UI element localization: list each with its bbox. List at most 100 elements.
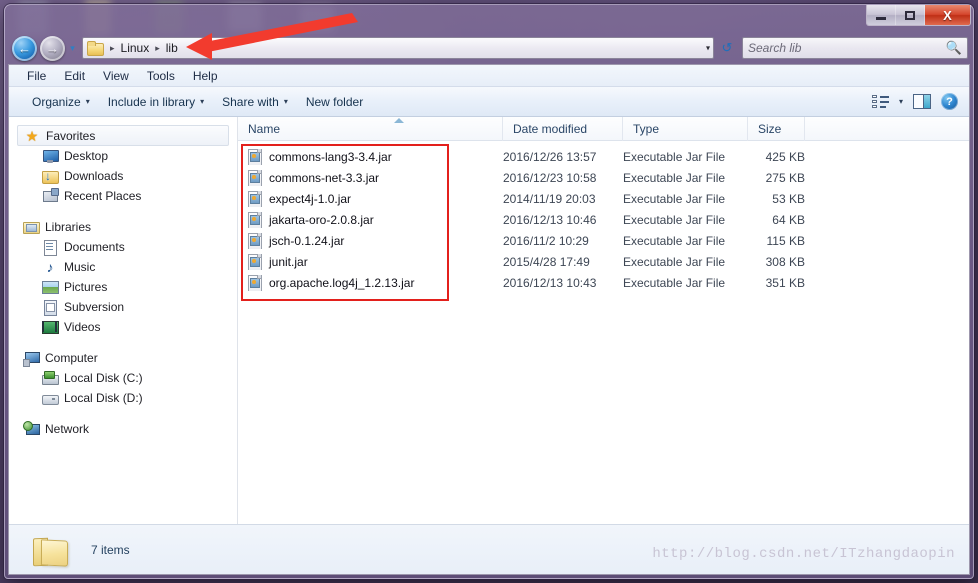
local-disk-d-icon <box>42 390 59 406</box>
menu-help[interactable]: Help <box>184 67 227 85</box>
menu-edit[interactable]: Edit <box>55 67 94 85</box>
file-name-label: jakarta-oro-2.0.8.jar <box>269 212 374 227</box>
table-row[interactable]: junit.jar 2015/4/28 17:49 Executable Jar… <box>238 251 969 272</box>
breadcrumb-separator-1[interactable]: ▸ <box>151 43 164 54</box>
maximize-button[interactable] <box>896 5 925 25</box>
change-view-button[interactable] <box>867 93 894 110</box>
sidebar-item-local-disk-d[interactable]: Local Disk (D:) <box>9 388 237 408</box>
status-bar: 7 items http://blog.csdn.net/ITzhangdaop… <box>9 524 969 574</box>
help-button[interactable]: ? <box>936 91 963 112</box>
change-view-dropdown-button[interactable]: ▾ <box>894 95 908 108</box>
file-name-cell[interactable]: org.apache.log4j_1.2.13.jar <box>238 274 503 291</box>
desktop-icon <box>42 148 59 164</box>
sidebar-item-documents[interactable]: Documents <box>9 237 237 257</box>
address-dropdown-icon[interactable]: ▾ <box>706 44 710 53</box>
sidebar-group-libraries[interactable]: Libraries <box>9 217 237 237</box>
forward-button[interactable]: → <box>40 35 65 61</box>
music-icon: ♪ <box>46 259 54 275</box>
menu-view[interactable]: View <box>94 67 138 85</box>
menu-file[interactable]: File <box>18 67 55 85</box>
pictures-icon <box>42 279 59 295</box>
breadcrumb-item-linux[interactable]: Linux <box>119 41 152 55</box>
sidebar-item-recent-places[interactable]: Recent Places <box>9 186 237 206</box>
table-row[interactable]: commons-lang3-3.4.jar 2016/12/26 13:57 E… <box>238 146 969 167</box>
include-in-library-button[interactable]: Include in library ▾ <box>99 92 213 112</box>
share-with-button[interactable]: Share with ▾ <box>213 92 297 112</box>
back-button[interactable]: ← <box>12 35 37 61</box>
column-header-type-label: Type <box>633 121 660 136</box>
file-name-cell[interactable]: jakarta-oro-2.0.8.jar <box>238 211 503 228</box>
table-row[interactable]: jakarta-oro-2.0.8.jar 2016/12/13 10:46 E… <box>238 209 969 230</box>
computer-icon <box>23 350 40 367</box>
sidebar-label-local-disk-c: Local Disk (C:) <box>64 371 143 385</box>
table-row[interactable]: expect4j-1.0.jar 2014/11/19 20:03 Execut… <box>238 188 969 209</box>
title-bar[interactable]: X <box>4 4 974 32</box>
file-name-cell[interactable]: commons-lang3-3.4.jar <box>238 148 503 165</box>
local-disk-c-icon <box>42 370 59 386</box>
explorer-body: ★ Favorites Desktop Downloads Recent Pla… <box>9 116 969 524</box>
recent-pages-dropdown-button[interactable]: ▾ <box>65 43 80 54</box>
file-name-cell[interactable]: jsch-0.1.24.jar <box>238 232 503 249</box>
folder-icon <box>87 41 104 56</box>
refresh-icon: ↺ <box>721 40 733 55</box>
file-name-cell[interactable]: junit.jar <box>238 253 503 270</box>
column-header-size[interactable]: Size <box>748 116 805 141</box>
file-type-cell: Executable Jar File <box>623 233 726 248</box>
command-toolbar: Organize ▾ Include in library ▾ Share wi… <box>9 87 969 117</box>
navigation-pane: ★ Favorites Desktop Downloads Recent Pla… <box>9 117 238 524</box>
file-type-cell: Executable Jar File <box>623 170 726 185</box>
sidebar-label-pictures: Pictures <box>64 280 108 294</box>
search-input[interactable]: Search lib <box>748 41 946 55</box>
sidebar-label-local-disk-d: Local Disk (D:) <box>64 391 143 405</box>
file-name-cell[interactable]: commons-net-3.3.jar <box>238 169 503 186</box>
sidebar-item-pictures[interactable]: Pictures <box>9 277 237 297</box>
sidebar-group-computer[interactable]: Computer <box>9 348 237 368</box>
minimize-button[interactable] <box>867 5 896 25</box>
sidebar-group-network[interactable]: Network <box>9 419 237 439</box>
sidebar-label-downloads: Downloads <box>64 169 124 183</box>
breadcrumb-item-lib[interactable]: lib <box>164 41 180 55</box>
maximize-icon <box>905 10 915 20</box>
search-box[interactable]: Search lib 🔍 <box>742 37 968 59</box>
column-header-row: Name Date modified Type Size <box>238 116 969 141</box>
view-layout-icon <box>871 95 889 108</box>
subversion-icon <box>42 299 58 316</box>
sidebar-item-desktop[interactable]: Desktop <box>9 146 237 166</box>
file-rows-container: commons-lang3-3.4.jar 2016/12/26 13:57 E… <box>238 141 969 524</box>
file-type-cell: Executable Jar File <box>623 254 726 269</box>
menu-tools[interactable]: Tools <box>138 67 184 85</box>
sidebar-group-favorites[interactable]: ★ Favorites <box>17 125 229 146</box>
sidebar-label-videos: Videos <box>64 320 101 334</box>
chevron-down-icon: ▾ <box>85 97 90 106</box>
sidebar-item-music[interactable]: ♪ Music <box>9 257 237 277</box>
preview-pane-button[interactable] <box>908 92 936 111</box>
file-size-cell: 115 KB <box>766 233 805 248</box>
table-row[interactable]: org.apache.log4j_1.2.13.jar 2016/12/13 1… <box>238 272 969 293</box>
jar-file-icon <box>248 253 262 270</box>
address-bar[interactable]: ▸ Linux ▸ lib ▾ <box>82 37 714 59</box>
chevron-down-icon: ▾ <box>283 97 288 106</box>
close-button[interactable]: X <box>925 5 970 25</box>
organize-button[interactable]: Organize ▾ <box>23 92 99 112</box>
help-icon: ? <box>941 93 958 110</box>
sidebar-label-subversion: Subversion <box>64 300 125 314</box>
column-header-type[interactable]: Type <box>623 116 748 141</box>
sidebar-label-favorites: Favorites <box>46 128 96 143</box>
star-icon: ★ <box>25 127 39 144</box>
table-row[interactable]: jsch-0.1.24.jar 2016/11/2 10:29 Executab… <box>238 230 969 251</box>
sidebar-item-videos[interactable]: Videos <box>9 317 237 337</box>
jar-file-icon <box>248 190 262 207</box>
new-folder-button[interactable]: New folder <box>297 92 372 112</box>
sidebar-item-downloads[interactable]: Downloads <box>9 166 237 186</box>
minimize-icon <box>876 17 886 20</box>
breadcrumb-separator-0[interactable]: ▸ <box>106 43 119 54</box>
sidebar-item-subversion[interactable]: Subversion <box>9 297 237 317</box>
sidebar-item-local-disk-c[interactable]: Local Disk (C:) <box>9 368 237 388</box>
table-row[interactable]: commons-net-3.3.jar 2016/12/23 10:58 Exe… <box>238 167 969 188</box>
column-header-date-modified[interactable]: Date modified <box>503 116 623 141</box>
refresh-button[interactable]: ↺ <box>716 37 738 59</box>
new-folder-label: New folder <box>305 94 364 109</box>
file-name-cell[interactable]: expect4j-1.0.jar <box>238 190 503 207</box>
column-header-name[interactable]: Name <box>238 116 503 141</box>
